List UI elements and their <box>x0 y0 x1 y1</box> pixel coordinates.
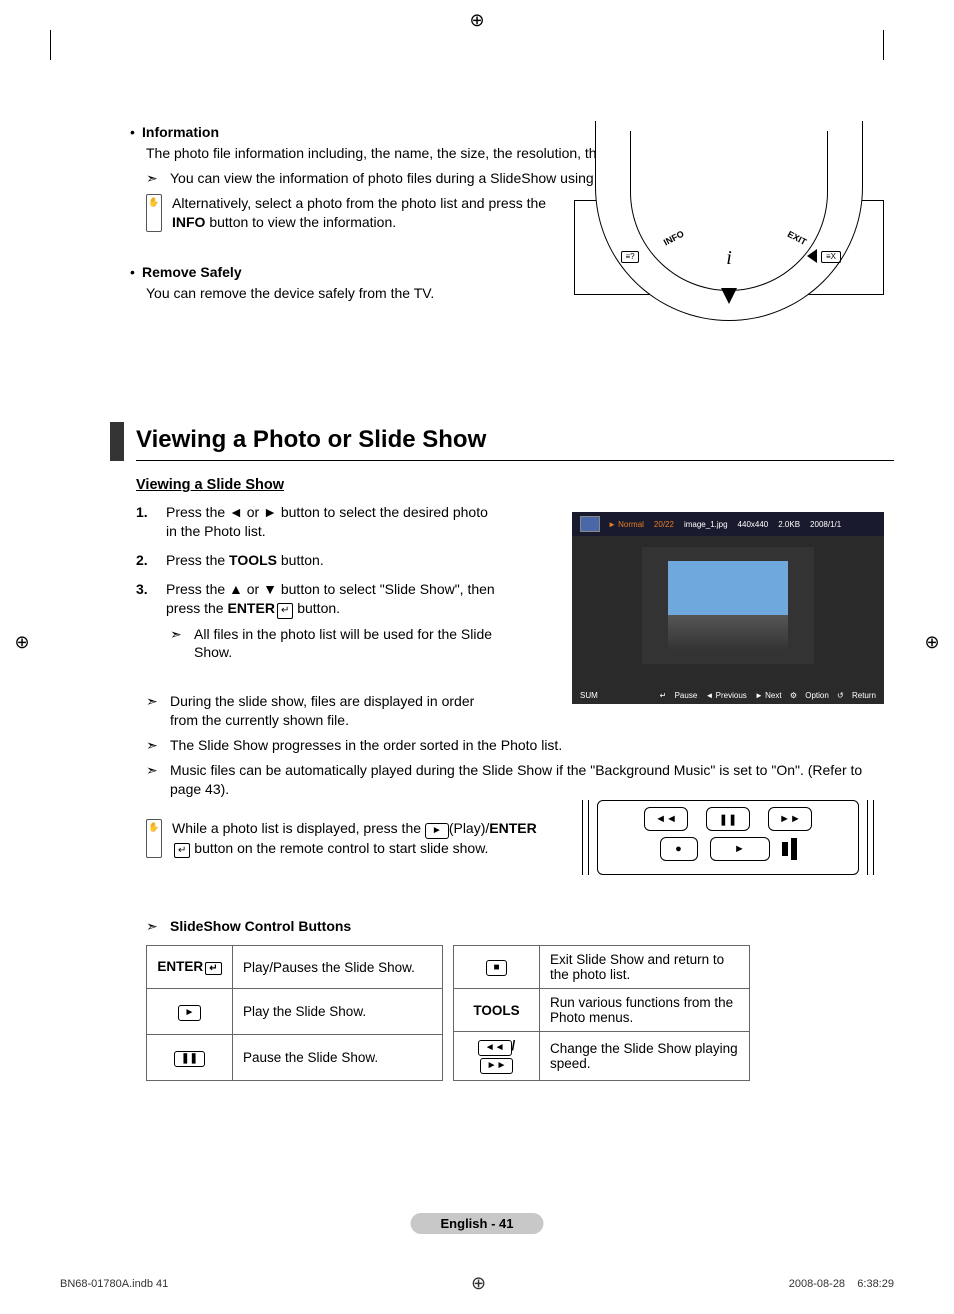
step-number: 1. <box>136 503 156 541</box>
step-1-text: Press the ◄ or ► button to select the de… <box>166 503 496 541</box>
cell-tools-key: TOOLS <box>454 989 540 1032</box>
remote-info-figure: INFO EXIT i ≡? ≡X <box>574 200 884 295</box>
pause-icon: ❚❚ <box>174 1051 205 1067</box>
enter-icon: ↵ <box>205 962 221 975</box>
remote-playback-figure: ◄◄ ❚❚ ►► ● ► <box>572 800 884 875</box>
cell-play-desc: Play the Slide Show. <box>233 989 443 1035</box>
information-heading: Information <box>142 124 219 140</box>
arrow-icon: ➣ <box>146 692 160 730</box>
cell-tools-desc: Run various functions from the Photo men… <box>540 989 750 1032</box>
arrow-icon: ➣ <box>146 736 160 755</box>
screen-sum-label: SUM <box>580 691 598 700</box>
screen-controls: ↵ Pause ◄ Previous ► Next ⚙ Option ↺ Ret… <box>654 691 876 700</box>
play-note: While a photo list is displayed, press t… <box>172 819 552 859</box>
step-2-text: Press the TOOLS button. <box>166 551 324 570</box>
cell-stop-desc: Exit Slide Show and return to the photo … <box>540 946 750 989</box>
registration-mark-icon: ⊕ <box>467 10 487 30</box>
subsection-title: Viewing a Slide Show <box>136 477 894 493</box>
pause-button-icon: ❚❚ <box>706 807 750 831</box>
arrow-down-icon <box>721 288 737 304</box>
arrow-icon: ➣ <box>146 761 160 799</box>
step-number: 2. <box>136 551 156 570</box>
cell-stop-key: ■ <box>454 946 540 989</box>
step-3-subnote: All files in the photo list will be used… <box>194 625 510 663</box>
stop-bars-icon <box>782 838 797 860</box>
stop-icon: ■ <box>486 960 506 976</box>
doc-footer-right: 2008-08-28 6:38:29 <box>789 1278 894 1290</box>
hand-note-icon: ✋ <box>146 819 162 859</box>
remote-small-button-left: ≡? <box>621 251 639 263</box>
play-icon: ► <box>425 823 449 839</box>
arrow-note-3: Music files can be automatically played … <box>170 761 894 799</box>
screen-photo-area <box>642 547 814 664</box>
hand-note-icon: ✋ <box>146 194 162 232</box>
fast-forward-button-icon: ►► <box>768 807 812 831</box>
cell-play-key: ► <box>147 989 233 1035</box>
section-bar-icon <box>110 422 124 461</box>
registration-mark-icon: ⊕ <box>12 632 32 652</box>
fast-forward-icon: ►► <box>480 1058 514 1074</box>
record-button-icon: ● <box>660 837 698 861</box>
arrow-note-1: During the slide show, files are display… <box>170 692 506 730</box>
doc-footer-left: BN68-01780A.indb 41 <box>60 1278 168 1290</box>
enter-icon: ↵ <box>277 603 293 619</box>
control-buttons-heading: SlideShow Control Buttons <box>170 918 351 935</box>
page-footer: English - 41 <box>411 1213 544 1234</box>
step-number: 3. <box>136 580 156 618</box>
arrow-icon: ➣ <box>146 169 160 188</box>
bullet-icon: • <box>130 124 136 140</box>
remove-safely-heading: Remove Safely <box>142 264 242 280</box>
remote-exit-triangle-icon <box>807 249 817 263</box>
section-title: Viewing a Photo or Slide Show <box>136 426 894 454</box>
arrow-icon: ➣ <box>170 625 184 663</box>
remote-small-button-right: ≡X <box>821 251 841 263</box>
information-box-note: Alternatively, select a photo from the p… <box>172 194 552 232</box>
rewind-button-icon: ◄◄ <box>644 807 688 831</box>
registration-mark-icon: ⊕ <box>471 1273 486 1294</box>
cell-pause-desc: Pause the Slide Show. <box>233 1035 443 1081</box>
tv-screen-figure: ► Normal 20/22 image_1.jpg 440x440 2.0KB… <box>572 512 884 704</box>
cell-enter-key: ENTER↵ <box>147 946 233 989</box>
registration-mark-icon: ⊕ <box>922 632 942 652</box>
crop-line <box>883 30 884 60</box>
cell-speed-key: ◄◄/►► <box>454 1032 540 1081</box>
step-3-text: Press the ▲ or ▼ button to select "Slide… <box>166 580 496 618</box>
cell-speed-desc: Change the Slide Show playing speed. <box>540 1032 750 1081</box>
screen-meta: ► Normal 20/22 image_1.jpg 440x440 2.0KB… <box>608 520 876 529</box>
info-i-icon: i <box>726 247 732 270</box>
enter-icon: ↵ <box>174 843 190 859</box>
crop-line <box>50 30 51 60</box>
cell-pause-key: ❚❚ <box>147 1035 233 1081</box>
play-button-icon: ► <box>710 837 770 861</box>
play-icon: ► <box>178 1005 202 1021</box>
screen-photo <box>668 561 788 651</box>
thumbnail-icon <box>580 516 600 532</box>
arrow-icon: ➣ <box>146 918 160 935</box>
bullet-icon: • <box>130 264 136 280</box>
arrow-note-2: The Slide Show progresses in the order s… <box>170 736 562 755</box>
rewind-icon: ◄◄ <box>478 1040 512 1056</box>
cell-enter-desc: Play/Pauses the Slide Show. <box>233 946 443 989</box>
control-buttons-table: ENTER↵ Play/Pauses the Slide Show. ► Pla… <box>146 945 894 1081</box>
